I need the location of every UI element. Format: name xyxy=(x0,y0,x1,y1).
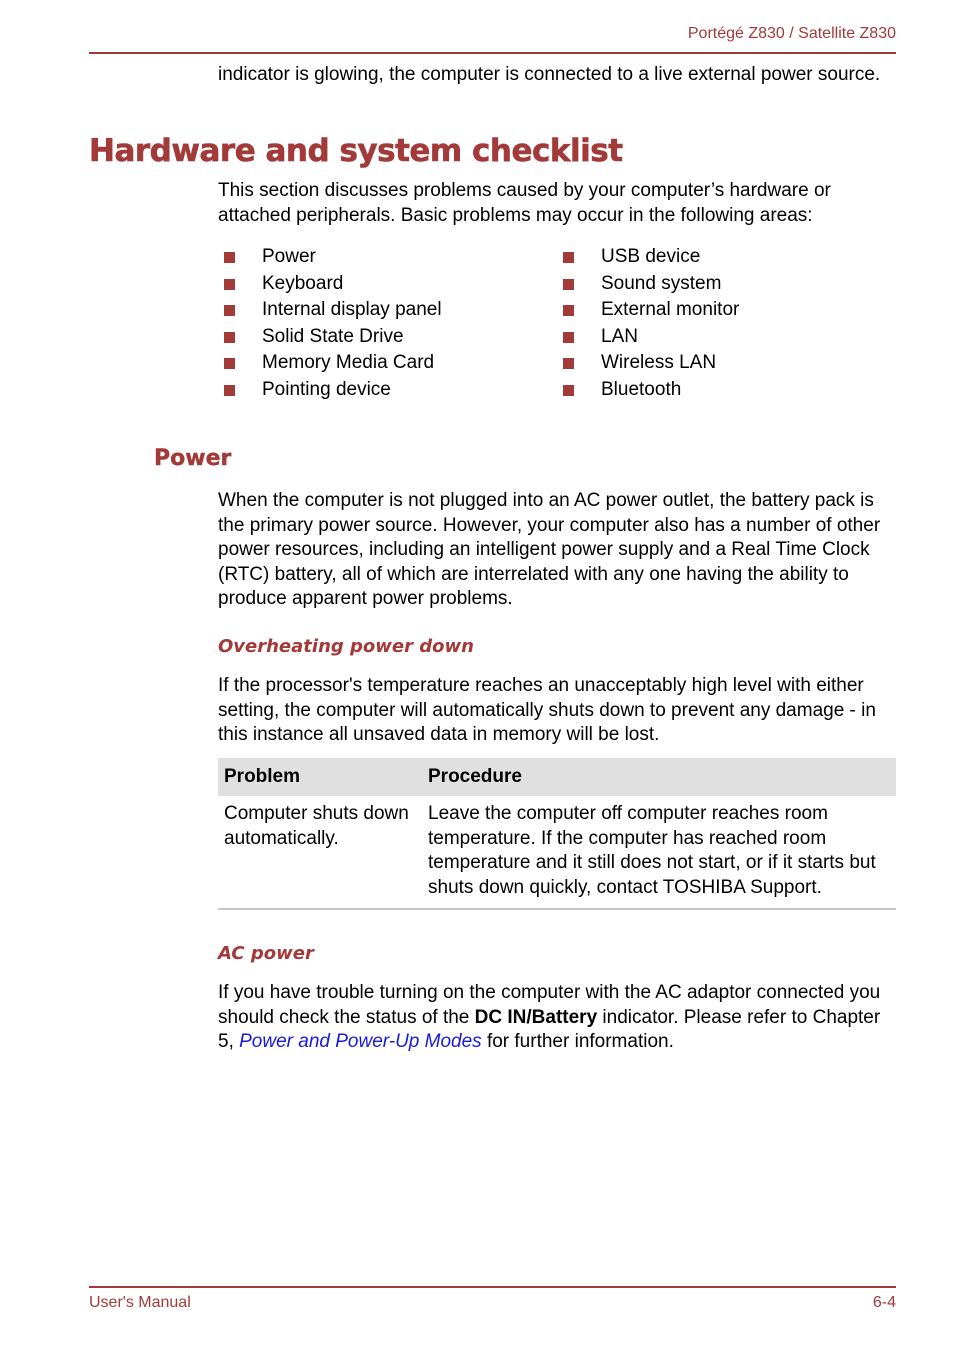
table-row: Computer shuts down automatically. Leave… xyxy=(218,796,896,909)
list-item: LAN xyxy=(557,325,739,352)
list-item: Wireless LAN xyxy=(557,351,739,378)
problem-cell: Computer shuts down automatically. xyxy=(224,803,409,849)
bullet-square-icon xyxy=(563,358,574,369)
bullet-square-icon xyxy=(224,252,235,263)
list-item: Bluetooth xyxy=(557,378,739,405)
bullet-square-icon xyxy=(224,305,235,316)
indicator-name: DC IN/Battery xyxy=(474,1006,598,1028)
bullet-square-icon xyxy=(224,358,235,369)
header-rule xyxy=(89,52,896,54)
section-title: Hardware and system checklist xyxy=(89,133,624,170)
power-modes-link[interactable]: Power and Power-Up Modes xyxy=(239,1031,482,1052)
areas-list-right: USB device Sound system External monitor… xyxy=(557,245,739,404)
running-header: Portégé Z830 / Satellite Z830 xyxy=(687,25,896,42)
page-number: 6-4 xyxy=(872,1294,896,1311)
intro-continuation: indicator is glowing, the computer is co… xyxy=(218,64,881,85)
list-item: Internal display panel xyxy=(218,298,442,325)
column-header-problem: Problem xyxy=(218,758,422,796)
bullet-square-icon xyxy=(224,384,235,396)
ac-power-paragraph: If you have trouble turning on the compu… xyxy=(218,982,881,1052)
list-item: Memory Media Card xyxy=(218,351,442,378)
procedure-cell: Leave the computer off computer reaches … xyxy=(428,803,876,898)
list-item: External monitor xyxy=(557,298,739,325)
bullet-square-icon xyxy=(563,278,574,290)
bullet-square-icon xyxy=(563,331,574,343)
bullet-square-icon xyxy=(563,305,574,316)
list-item: Sound system xyxy=(557,272,739,299)
footer-manual-title: User's Manual xyxy=(89,1294,191,1311)
footer-rule xyxy=(89,1286,896,1288)
overheating-heading: Overheating power down xyxy=(218,636,474,657)
power-paragraph: When the computer is not plugged into an… xyxy=(218,490,881,609)
bullet-square-icon xyxy=(224,278,235,290)
problem-procedure-table: Problem Procedure Computer shuts down au… xyxy=(218,758,896,910)
column-header-procedure: Procedure xyxy=(422,758,896,796)
table-header-row: Problem Procedure xyxy=(218,758,896,796)
power-heading: Power xyxy=(154,446,232,471)
ac-power-heading: AC power xyxy=(218,943,314,964)
overheating-paragraph: If the processor's temperature reaches a… xyxy=(218,675,876,745)
list-item: Keyboard xyxy=(218,272,442,299)
list-item: Pointing device xyxy=(218,378,442,405)
bullet-square-icon xyxy=(563,384,574,396)
list-item: Solid State Drive xyxy=(218,325,442,352)
section-intro: This section discusses problems caused b… xyxy=(218,180,831,226)
bullet-square-icon xyxy=(563,252,574,263)
bullet-square-icon xyxy=(224,331,235,343)
list-item: Power xyxy=(218,245,442,272)
list-item: USB device xyxy=(557,245,739,272)
areas-list-left: Power Keyboard Internal display panel So… xyxy=(218,245,442,404)
